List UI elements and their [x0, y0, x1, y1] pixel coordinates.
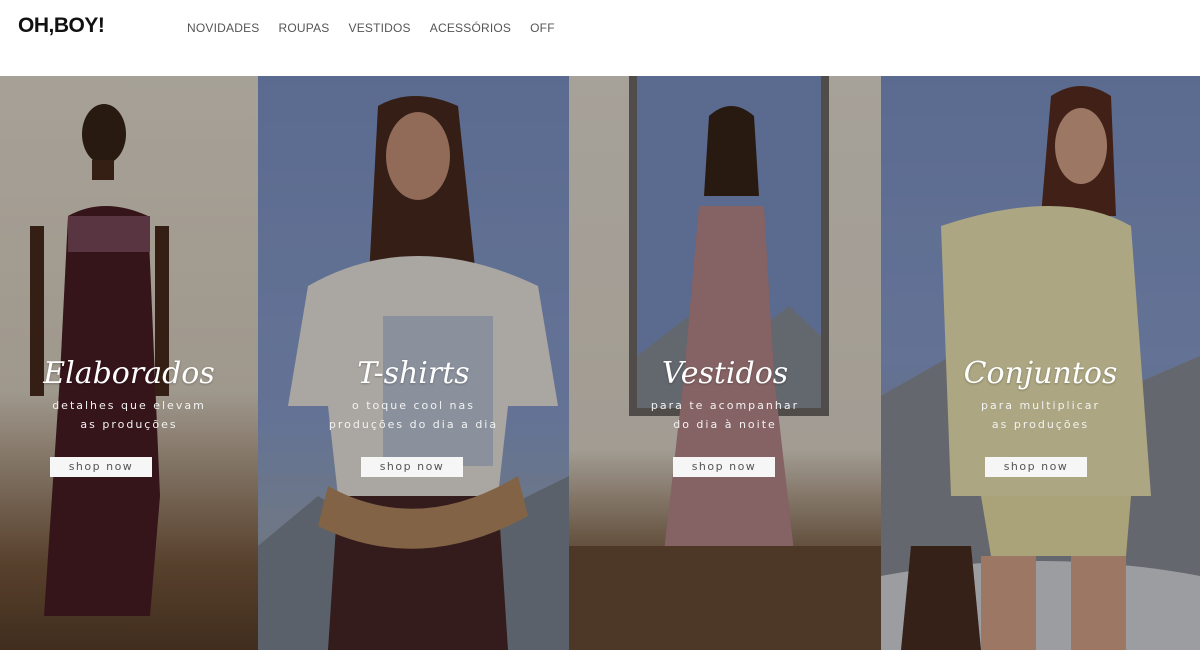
- banner-subtitle-line-2: do dia à noite: [673, 418, 777, 431]
- nav-off[interactable]: OFF: [530, 21, 555, 35]
- banner-title: Conjuntos: [963, 356, 1118, 391]
- banner-tshirts[interactable]: T-shirts o toque cool nas produções do d…: [258, 76, 569, 650]
- shop-now-button[interactable]: shop now: [50, 457, 152, 477]
- shop-now-button[interactable]: shop now: [361, 457, 463, 477]
- category-banners: Elaborados detalhes que elevam as produç…: [0, 76, 1200, 650]
- brand-logo[interactable]: OH,BOY!: [18, 14, 105, 38]
- banner-subtitle-line-2: produções do dia a dia: [328, 418, 499, 431]
- site-header: OH,BOY! NOVIDADES ROUPAS VESTIDOS ACESSÓ…: [0, 0, 1200, 76]
- banner-subtitle: o toque cool nas produções do dia a dia: [258, 396, 569, 434]
- shop-now-button[interactable]: shop now: [673, 457, 775, 477]
- banner-subtitle-line-2: as produções: [991, 418, 1090, 431]
- banner-elaborados[interactable]: Elaborados detalhes que elevam as produç…: [0, 76, 258, 650]
- banner-subtitle: para te acompanhar do dia à noite: [569, 396, 881, 434]
- banner-title: T-shirts: [357, 356, 470, 391]
- banner-subtitle-line-1: para multiplicar: [980, 399, 1100, 412]
- banner-subtitle: para multiplicar as produções: [881, 396, 1200, 434]
- banner-title: Vestidos: [661, 356, 789, 391]
- nav-roupas[interactable]: ROUPAS: [278, 21, 329, 35]
- banner-subtitle-line-1: o toque cool nas: [352, 399, 475, 412]
- banner-subtitle-line-1: detalhes que elevam: [52, 399, 206, 412]
- banner-subtitle-line-1: para te acompanhar: [650, 399, 800, 412]
- banner-subtitle: detalhes que elevam as produções: [0, 396, 258, 434]
- banner-conjuntos[interactable]: Conjuntos para multiplicar as produções …: [881, 76, 1200, 650]
- banner-subtitle-line-2: as produções: [80, 418, 178, 431]
- shop-now-button[interactable]: shop now: [985, 457, 1087, 477]
- main-nav: NOVIDADES ROUPAS VESTIDOS ACESSÓRIOS OFF: [187, 21, 574, 35]
- banner-title: Elaborados: [43, 356, 215, 391]
- banner-vestidos[interactable]: Vestidos para te acompanhar do dia à noi…: [569, 76, 881, 650]
- nav-novidades[interactable]: NOVIDADES: [187, 21, 259, 35]
- nav-vestidos[interactable]: VESTIDOS: [348, 21, 410, 35]
- nav-acessorios[interactable]: ACESSÓRIOS: [430, 21, 511, 35]
